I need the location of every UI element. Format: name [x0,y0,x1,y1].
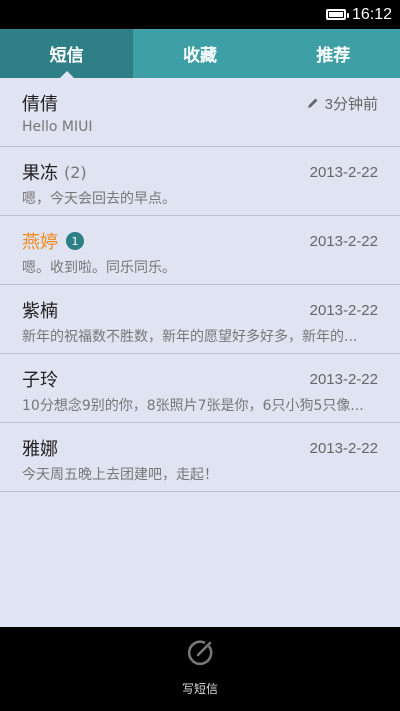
message-preview: Hello MIUI [22,119,93,135]
contact-name: 果冻 [22,163,58,184]
message-list: 倩倩 3分钟前 Hello MIUI 果冻 (2) 2013-2-22 嗯，今天… [0,78,400,627]
tab-favorites[interactable]: 收藏 [133,29,266,78]
tab-bar: 短信 收藏 推荐 [0,29,400,78]
compose-icon [187,640,213,665]
message-time: 2013-2-22 [309,301,378,319]
bottom-action-bar: 写短信 [0,627,400,711]
message-preview: 嗯，今天会回去的早点。 [22,191,176,207]
message-time: 2013-2-22 [309,232,378,250]
contact-name: 倩倩 [22,94,58,115]
status-bar: 16:12 [0,0,400,29]
message-time: 2013-2-22 [309,439,378,457]
contact-name: 紫楠 [22,301,58,322]
compose-label: 写短信 [181,681,218,696]
contact-name: 雅娜 [22,439,58,460]
clock: 16:12 [351,5,392,23]
tab-recommended[interactable]: 推荐 [267,29,400,78]
unread-badge: 1 [66,232,84,250]
draft-pencil-icon [307,98,318,108]
message-count: (2) [64,162,87,182]
message-preview: 10分想念9别的你，8张照片7张是你，6只小狗5只像... [22,398,364,414]
conversation-row[interactable]: 紫楠 2013-2-22 新年的祝福数不胜数，新年的愿望好多好多，新年的... [0,285,400,354]
conversation-row[interactable]: 燕婷 1 2013-2-22 嗯。收到啦。同乐同乐。 [0,216,400,285]
message-time: 2013-2-22 [309,163,378,181]
contact-name: 子玲 [22,370,58,391]
message-preview: 嗯。收到啦。同乐同乐。 [22,260,176,276]
battery-icon [325,9,349,20]
conversation-row[interactable]: 子玲 2013-2-22 10分想念9别的你，8张照片7张是你，6只小狗5只像.… [0,354,400,423]
tab-label: 推荐 [316,46,351,66]
compose-button[interactable]: 写短信 [181,640,218,697]
message-preview: 新年的祝福数不胜数，新年的愿望好多好多，新年的... [22,329,358,345]
tab-label: 收藏 [182,46,217,66]
conversation-row[interactable]: 雅娜 2013-2-22 今天周五晚上去团建吧，走起！ [0,423,400,492]
tab-label: 短信 [49,46,84,66]
tab-sms[interactable]: 短信 [0,29,134,78]
contact-name: 燕婷 [22,232,58,253]
message-time: 2013-2-22 [309,370,378,388]
message-time: 3分钟前 [324,95,378,113]
message-preview: 今天周五晚上去团建吧，走起！ [22,467,218,483]
conversation-row[interactable]: 果冻 (2) 2013-2-22 嗯，今天会回去的早点。 [0,147,400,216]
conversation-row[interactable]: 倩倩 3分钟前 Hello MIUI [0,78,400,147]
